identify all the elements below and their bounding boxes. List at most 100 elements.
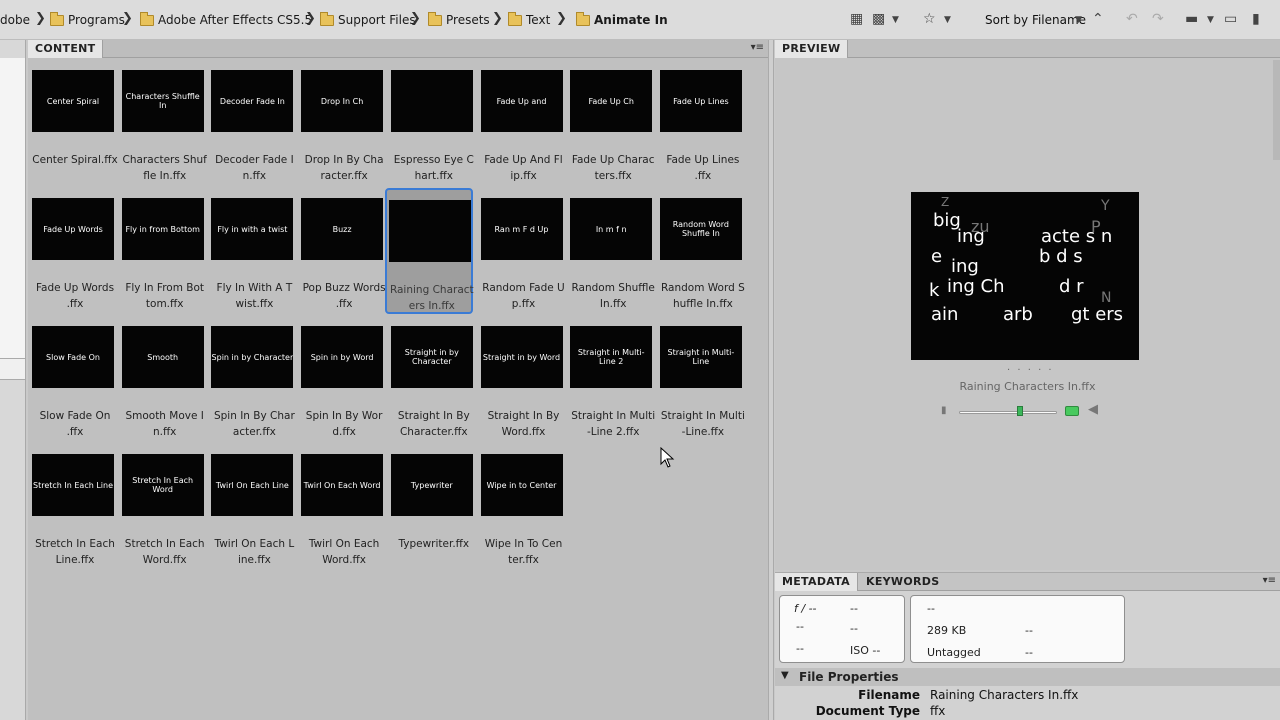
thumbnail-text: Fade Up Words bbox=[43, 224, 103, 234]
thumbnail-text: Straight in Multi-Line 2 bbox=[577, 348, 645, 366]
panel-menu-icon[interactable]: ▾≡ bbox=[751, 42, 764, 53]
tab-preview[interactable]: PREVIEW bbox=[775, 40, 849, 58]
thumbnail-item[interactable]: Fly in with a twist Fly In With A Twist.f… bbox=[207, 168, 294, 310]
chevron-down-icon[interactable]: ▼ bbox=[1207, 15, 1214, 25]
breadcrumb-item-programs[interactable]: Programs bbox=[50, 11, 125, 28]
caption-line: Typewriter.ffx bbox=[398, 538, 470, 550]
breadcrumb-item-adobe[interactable]: dobe bbox=[0, 12, 30, 28]
scrubber-handle[interactable] bbox=[1017, 406, 1023, 416]
thumbnail-item[interactable]: In m f n Random Shuffle In.ffx bbox=[566, 168, 655, 310]
svg-text:k: k bbox=[929, 280, 940, 301]
caption-line: Pop Buzz Words bbox=[302, 282, 386, 294]
thumbnail-text: Straight in by Character bbox=[404, 348, 459, 366]
panel-menu-icon[interactable]: ▾≡ bbox=[1263, 575, 1276, 586]
file-properties-header[interactable]: ▼ File Properties bbox=[775, 668, 1280, 686]
tab-keywords[interactable]: KEYWORDS bbox=[859, 573, 946, 591]
thumbnail-text: Stretch In Each Word bbox=[132, 476, 194, 494]
thumbnail-item[interactable]: Straight in Multi-Line Straight In Multi -… bbox=[656, 296, 745, 438]
folder-icon bbox=[140, 11, 154, 26]
caption-line: Twirl On Each L bbox=[214, 538, 295, 550]
play-button[interactable] bbox=[1065, 406, 1079, 416]
thumbnail-item[interactable]: Fade Up Ch Fade Up Charac ters.ffx bbox=[566, 40, 654, 182]
breadcrumb-item-animate-in[interactable]: Animate In bbox=[576, 11, 668, 28]
thumbnail-text: Characters Shuffle In bbox=[125, 92, 200, 110]
thumbnail-item[interactable]: Straight in by Character Straight In By Ch… bbox=[387, 296, 473, 438]
shutter-value: -- bbox=[850, 602, 858, 615]
chevron-down-icon[interactable]: ▼ bbox=[1075, 15, 1082, 25]
sort-by-dropdown[interactable]: Sort by Filename bbox=[985, 13, 1086, 27]
sort-ascending-icon[interactable]: ⌃ bbox=[1092, 11, 1104, 27]
thumbnail-item[interactable]: Twirl On Each Word Twirl On Each Word.ffx bbox=[297, 424, 384, 566]
thumbnail-item[interactable]: Twirl On Each Line Twirl On Each L ine.ffx bbox=[207, 424, 294, 566]
open-recent-folder-icon[interactable]: ▬ bbox=[1185, 11, 1198, 27]
thumbnail-item[interactable]: Espresso Eye C hart.ffx bbox=[387, 40, 474, 182]
thumbnail-item[interactable]: Smooth Smooth Move In.ffx bbox=[118, 296, 204, 438]
breadcrumb-item-support-files[interactable]: Support Files bbox=[320, 11, 416, 28]
new-folder-icon[interactable]: ▭ bbox=[1224, 11, 1237, 27]
thumbnail-item[interactable]: Typewriter Typewriter.ffx bbox=[387, 424, 473, 550]
trash-icon[interactable]: ▮ bbox=[1252, 11, 1260, 27]
rotate-left-icon[interactable]: ↶ bbox=[1126, 11, 1138, 27]
right-scrollbar[interactable] bbox=[1273, 60, 1280, 160]
rotate-right-icon[interactable]: ↷ bbox=[1152, 11, 1164, 27]
chevron-right-icon[interactable]: ❯ bbox=[410, 11, 421, 26]
thumbnail-quality-icon[interactable]: ▩ bbox=[872, 11, 885, 27]
caption-line: Characters Shuf bbox=[122, 154, 207, 166]
svg-text:Z: Z bbox=[941, 195, 949, 209]
frame-step-icon[interactable]: ▮ bbox=[941, 405, 947, 416]
thumbnail-item[interactable]: Fade Up Lines Fade Up Lines .ffx bbox=[656, 40, 742, 182]
chevron-right-icon[interactable]: ❯ bbox=[122, 11, 133, 26]
thumbnail-item[interactable]: Spin in by Character Spin In By Char acter… bbox=[207, 296, 295, 438]
thumbnail-item[interactable]: Random Word Shuffle In Random Word Shuffl… bbox=[656, 168, 745, 310]
breadcrumb-item-after-effects[interactable]: Adobe After Effects CS5.5 bbox=[140, 11, 312, 28]
thumbnail-item[interactable]: Decoder Fade In Decoder Fade In.ffx bbox=[207, 40, 294, 182]
caption-line: Straight In By bbox=[397, 410, 470, 422]
chevron-right-icon[interactable]: ❯ bbox=[305, 11, 316, 26]
thumbnail-image: Center Spiral bbox=[32, 70, 114, 132]
grid-view-icon[interactable]: ▦ bbox=[850, 11, 863, 27]
thumbnail-caption: Espresso Eye C hart.ffx bbox=[387, 152, 481, 184]
caption-line: Spin In By Wor bbox=[305, 410, 383, 422]
thumbnail-item[interactable]: Drop In Ch Drop In By Cha racter.ffx bbox=[297, 40, 384, 182]
caption-line: Stretch In Each bbox=[124, 538, 205, 550]
caption-line: Random Word S bbox=[660, 282, 745, 294]
thumbnail-text: Fade Up Ch bbox=[588, 96, 634, 106]
star-icon[interactable]: ☆ bbox=[923, 11, 936, 27]
preview-scrubber[interactable] bbox=[959, 411, 1057, 414]
chevron-right-icon[interactable]: ❯ bbox=[35, 11, 46, 26]
thumbnail-image: Stretch In Each Line bbox=[32, 454, 114, 516]
thumbnail-item[interactable]: Fade Up and Fade Up And Fl ip.ffx bbox=[477, 40, 563, 182]
thumbnail-item[interactable]: Stretch In Each Line Stretch In Each Line.… bbox=[28, 424, 115, 566]
thumbnail-item[interactable]: Straight in by Word Straight In By Word.ff… bbox=[477, 296, 563, 438]
disclosure-triangle-icon[interactable]: ▼ bbox=[781, 670, 789, 681]
thumbnail-image: Spin in by Word bbox=[301, 326, 384, 388]
thumbnail-item[interactable]: Center Spiral Center Spiral.ffx bbox=[28, 40, 118, 166]
thumbnail-item[interactable]: Fly in from Bottom Fly In From Bot tom.ffx bbox=[118, 168, 204, 310]
thumbnail-item[interactable]: Spin in by Word Spin In By Wor d.ffx bbox=[297, 296, 384, 438]
chevron-down-icon[interactable]: ▼ bbox=[944, 15, 951, 25]
thumbnail-item[interactable]: Fade Up Words Fade Up Words .ffx bbox=[28, 168, 114, 310]
iso-value: ISO -- bbox=[850, 644, 881, 657]
chevron-down-icon[interactable]: ▼ bbox=[892, 15, 899, 25]
thumbnail-item[interactable]: Characters Shuffle In Characters Shuf fle … bbox=[118, 40, 207, 182]
thumbnail-item[interactable]: Ran m F d Up Random Fade Up.ffx bbox=[477, 168, 565, 310]
thumbnail-text: Random Word Shuffle In bbox=[672, 220, 729, 238]
thumbnail-item[interactable]: Buzz Pop Buzz Words .ffx bbox=[297, 168, 386, 310]
speaker-icon[interactable]: ◀ bbox=[1088, 402, 1098, 417]
folder-icon bbox=[508, 11, 522, 26]
thumbnail-item[interactable]: Stretch In Each Word Stretch In Each Word.… bbox=[118, 424, 205, 566]
chevron-right-icon[interactable]: ❯ bbox=[492, 11, 503, 26]
panel-splitter[interactable] bbox=[768, 40, 774, 720]
path-bar: dobe ❯ Programs ❯ Adobe After Effects CS… bbox=[0, 0, 1280, 40]
tab-metadata[interactable]: METADATA bbox=[775, 573, 858, 591]
chevron-right-icon[interactable]: ❯ bbox=[556, 11, 567, 26]
thumbnail-item[interactable]: Wipe in to Center Wipe In To Cen ter.ffx bbox=[477, 424, 563, 566]
thumbnail-item[interactable]: Straight in Multi-Line 2 Straight In Mult… bbox=[566, 296, 655, 438]
breadcrumb-item-text[interactable]: Text bbox=[508, 11, 550, 28]
thumbnail-item[interactable]: Slow Fade On Slow Fade On .ffx bbox=[28, 296, 114, 438]
thumbnail-image: Straight in Multi-Line bbox=[659, 326, 742, 388]
breadcrumb-item-presets[interactable]: Presets bbox=[428, 11, 490, 28]
camera-data-box: f / -- -- -- -- -- ISO -- bbox=[779, 595, 905, 663]
left-panel-strip bbox=[0, 40, 26, 720]
thumbnail-image: Fade Up Ch bbox=[570, 70, 653, 132]
